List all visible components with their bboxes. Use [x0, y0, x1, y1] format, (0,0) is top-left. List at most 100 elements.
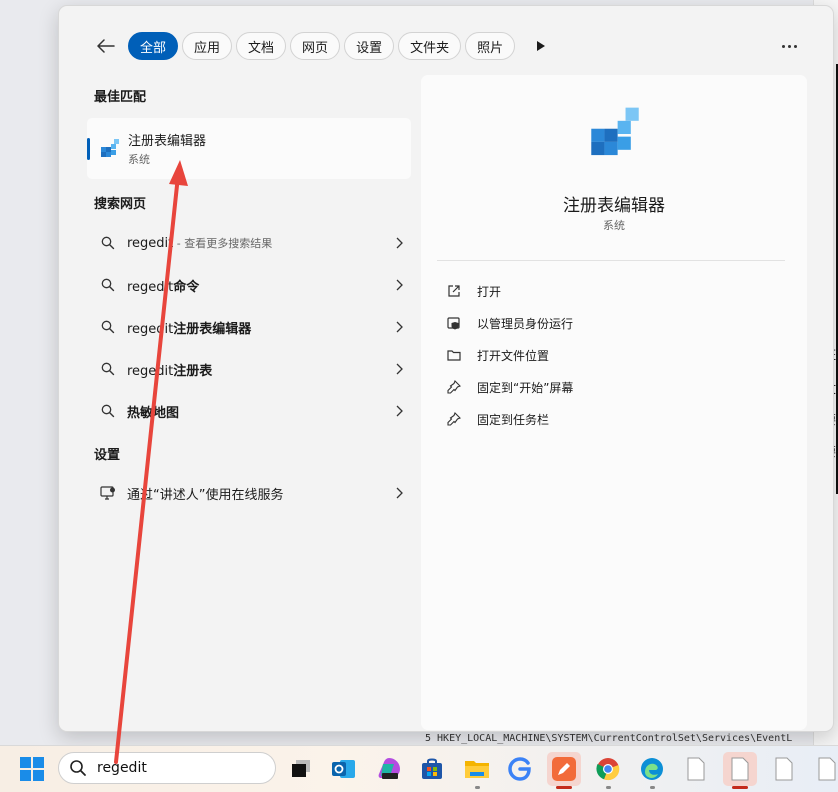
search-icon — [87, 320, 127, 334]
search-icon — [87, 236, 127, 250]
taskbar-app-edge[interactable] — [635, 752, 669, 789]
web-result-bold: 命令 — [173, 279, 200, 295]
active-indicator — [732, 786, 748, 789]
chevron-right-icon — [387, 487, 411, 499]
web-result-item[interactable]: regedit - 查看更多搜索结果 — [87, 225, 411, 261]
taskbar-app-store[interactable] — [415, 752, 449, 786]
detail-subtitle: 系统 — [603, 219, 625, 232]
action-run-as-admin[interactable]: 以管理员身份运行 — [447, 311, 573, 335]
tab-all[interactable]: 全部 — [128, 32, 179, 60]
detail-pane: 注册表编辑器 系统 打开 以管理员身份运行 打开文件位置 固定到“开始”屏幕 固… — [421, 75, 807, 730]
taskbar-app-file-explorer[interactable] — [460, 752, 494, 789]
action-open[interactable]: 打开 — [447, 279, 501, 303]
registry-editor-icon — [586, 105, 644, 167]
taskbar-app-document[interactable] — [767, 752, 801, 786]
taskbar-app-pen[interactable] — [547, 752, 581, 789]
g-app-icon — [508, 757, 531, 781]
action-label: 以管理员身份运行 — [477, 316, 574, 331]
task-view-button[interactable] — [284, 752, 318, 786]
narrator-icon — [87, 486, 127, 500]
running-indicator — [475, 786, 480, 789]
taskbar-app-outlook[interactable] — [327, 752, 361, 786]
tab-settings[interactable]: 设置 — [344, 32, 395, 60]
settings-result-item[interactable]: 通过“讲述人”使用在线服务 — [87, 475, 411, 511]
chevron-right-icon — [387, 363, 411, 375]
running-indicator — [650, 786, 655, 789]
chevron-right-icon — [387, 405, 411, 417]
tab-apps[interactable]: 应用 — [182, 32, 233, 60]
search-panel: 全部 应用 文档 网页 设置 文件夹 照片 最佳匹配 注册表编辑器 系统 搜索网… — [58, 5, 834, 732]
action-label: 固定到“开始”屏幕 — [477, 380, 574, 395]
m365-icon — [378, 758, 400, 779]
action-label: 打开文件位置 — [477, 348, 550, 363]
web-result-item[interactable]: regedit注册表编辑器 — [87, 309, 411, 345]
arrow-left-icon — [97, 39, 115, 53]
folder-icon — [465, 761, 489, 778]
search-icon — [69, 759, 87, 777]
detail-title: 注册表编辑器 — [563, 196, 665, 216]
settings-result-label: 通过“讲述人”使用在线服务 — [127, 487, 284, 503]
chevron-right-icon — [387, 279, 411, 291]
tab-web[interactable]: 网页 — [290, 32, 341, 60]
taskbar-app-m365[interactable] — [372, 752, 406, 786]
outlook-icon — [332, 760, 355, 778]
back-button[interactable] — [94, 34, 118, 58]
web-result-query: regedit — [127, 236, 174, 251]
web-result-query: regedit — [127, 279, 174, 295]
selection-indicator — [87, 138, 90, 160]
folder-open-icon — [447, 349, 469, 362]
web-result-item[interactable]: regedit命令 — [87, 267, 411, 303]
action-label: 固定到任务栏 — [477, 412, 550, 427]
chevron-right-icon — [387, 237, 411, 249]
search-icon — [87, 278, 127, 292]
chevron-right-icon — [387, 321, 411, 333]
more-tabs-button[interactable] — [531, 32, 551, 60]
web-result-bold: 注册表编辑器 — [173, 321, 252, 337]
best-match-item[interactable]: 注册表编辑器 系统 — [87, 118, 411, 179]
dot — [793, 44, 797, 48]
taskbar-app-chrome[interactable] — [591, 752, 625, 789]
pin-icon — [447, 412, 469, 426]
tab-photos[interactable]: 照片 — [465, 32, 516, 60]
more-options-button[interactable] — [779, 38, 799, 54]
search-icon — [87, 362, 127, 376]
taskbar-app-g[interactable] — [503, 752, 537, 786]
section-settings: 设置 — [94, 448, 121, 463]
best-match-type: 系统 — [128, 153, 150, 166]
web-result-query: regedit — [127, 321, 174, 337]
dot — [787, 44, 791, 48]
active-indicator — [556, 786, 572, 789]
document-icon — [687, 757, 705, 781]
action-pin-to-start[interactable]: 固定到“开始”屏幕 — [447, 375, 573, 399]
web-result-item[interactable]: 热敏地图 — [87, 393, 411, 429]
document-icon — [731, 757, 749, 781]
open-external-icon — [447, 284, 469, 298]
taskbar-search-input[interactable] — [95, 759, 249, 777]
tab-documents[interactable]: 文档 — [236, 32, 287, 60]
taskbar — [0, 745, 838, 792]
windows-logo-icon — [20, 757, 44, 781]
windows-start-button[interactable] — [20, 757, 44, 785]
registry-editor-icon — [99, 138, 121, 164]
shield-admin-icon — [447, 316, 469, 330]
web-result-item[interactable]: regedit注册表 — [87, 351, 411, 387]
search-icon — [87, 404, 127, 418]
taskbar-app-document-active[interactable] — [723, 752, 757, 789]
action-open-file-location[interactable]: 打开文件位置 — [447, 343, 549, 367]
taskbar-search-box[interactable] — [58, 752, 276, 784]
play-icon — [537, 41, 546, 51]
web-result-hint: - 查看更多搜索结果 — [173, 237, 273, 250]
action-pin-to-taskbar[interactable]: 固定到任务栏 — [447, 407, 549, 431]
background-code-line: 5 HKEY_LOCAL_MACHINE\SYSTEM\CurrentContr… — [425, 733, 793, 744]
pen-app-icon — [552, 757, 576, 781]
web-result-query: regedit — [127, 363, 174, 379]
document-icon — [775, 757, 793, 781]
filter-tabs: 全部 应用 文档 网页 设置 文件夹 照片 — [94, 31, 551, 61]
taskbar-app-document[interactable] — [810, 752, 838, 786]
action-label: 打开 — [477, 284, 502, 299]
taskbar-app-document[interactable] — [679, 752, 713, 786]
document-icon — [818, 757, 836, 781]
divider — [437, 260, 785, 261]
section-best-match: 最佳匹配 — [94, 90, 147, 105]
tab-folders[interactable]: 文件夹 — [398, 32, 462, 60]
